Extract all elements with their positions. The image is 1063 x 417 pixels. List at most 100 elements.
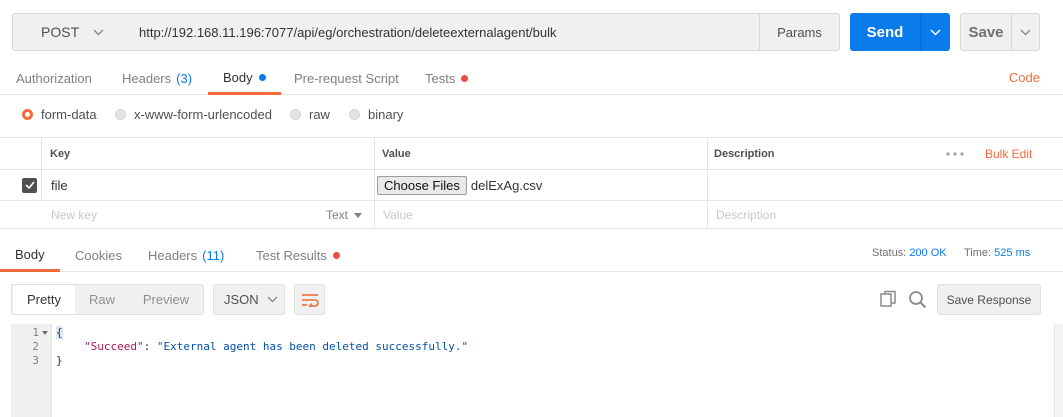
tab-headers-label: Headers	[122, 70, 172, 86]
url-input[interactable]: http://192.168.11.196:7077/api/eg/orches…	[127, 13, 760, 51]
pretty-button[interactable]: Pretty	[13, 285, 75, 314]
tab-body-label: Body	[223, 69, 253, 85]
code-line: {	[56, 326, 63, 340]
vertical-scrollbar[interactable]	[1054, 324, 1063, 417]
chevron-down-icon	[1020, 29, 1031, 35]
radio-binary-label: binary	[368, 106, 404, 122]
fold-caret-icon[interactable]	[42, 331, 48, 335]
radio-unselected-icon	[290, 108, 301, 120]
tab-tests[interactable]: Tests	[425, 62, 469, 94]
code-line: }	[56, 354, 63, 368]
table-row: file Choose Files delExAg.csv	[0, 170, 1063, 201]
preview-button[interactable]: Preview	[134, 285, 198, 314]
choose-files-button[interactable]: Choose Files	[377, 175, 467, 195]
response-tab-body[interactable]: Body	[0, 239, 60, 272]
method-label: POST	[41, 24, 80, 40]
save-response-button[interactable]: Save Response	[937, 284, 1041, 315]
column-header-description: Description	[714, 147, 775, 160]
body-indicator-dot	[258, 73, 266, 81]
radio-raw[interactable]: raw	[290, 100, 330, 128]
radio-form-data[interactable]: form-data	[22, 100, 97, 128]
key-type-select[interactable]: Text	[326, 201, 363, 229]
test-results-indicator-dot	[332, 251, 340, 259]
url-text: http://192.168.11.196:7077/api/eg/orches…	[139, 24, 557, 40]
radio-form-data-label: form-data	[41, 106, 97, 122]
request-tabs: Authorization Headers (3) Body Pre-reque…	[0, 62, 1063, 95]
close-brace: }	[56, 354, 63, 367]
view-mode-segmented: Pretty Raw Preview	[11, 284, 204, 315]
send-dropdown[interactable]	[920, 13, 950, 51]
line-number: 1	[32, 326, 39, 339]
format-select[interactable]: JSON	[213, 284, 285, 315]
response-tab-test-results-label: Test Results	[256, 247, 327, 263]
send-button[interactable]: Send	[850, 13, 950, 51]
response-tab-cookies[interactable]: Cookies	[75, 239, 122, 271]
tab-headers[interactable]: Headers (3)	[122, 62, 192, 94]
row-enabled-checkbox[interactable]	[22, 170, 37, 200]
response-tab-test-results[interactable]: Test Results	[256, 239, 340, 271]
wrap-lines-icon	[301, 293, 319, 307]
caret-down-icon	[354, 212, 363, 218]
response-status: Status: 200 OK	[872, 247, 947, 259]
radio-urlencoded-label: x-www-form-urlencoded	[134, 106, 272, 122]
chevron-down-icon	[267, 296, 278, 303]
tab-prerequest-script[interactable]: Pre-request Script	[294, 62, 399, 94]
body-type-selector: form-data x-www-form-urlencoded raw bina…	[0, 100, 1063, 128]
format-label: JSON	[224, 292, 259, 307]
params-button[interactable]: Params	[759, 13, 840, 51]
search-icon[interactable]	[908, 290, 927, 312]
headers-count-badge: (3)	[176, 70, 193, 86]
form-data-table: Key Value Description Bulk Edit file Cho…	[0, 137, 1063, 229]
line-number-gutter: 1 2 3	[11, 324, 52, 417]
response-tab-headers-label: Headers	[148, 247, 198, 263]
table-header-row: Key Value Description Bulk Edit	[0, 138, 1063, 170]
radio-selected-icon	[22, 108, 33, 120]
radio-binary[interactable]: binary	[349, 100, 403, 128]
time-value: 525 ms	[994, 247, 1031, 259]
bulk-edit-link[interactable]: Bulk Edit	[985, 138, 1032, 169]
save-button[interactable]: Save	[960, 13, 1040, 51]
method-select[interactable]: POST	[12, 13, 128, 51]
line-number: 2	[32, 340, 39, 353]
chevron-down-icon	[930, 28, 941, 36]
response-time: Time: 525 ms	[964, 247, 1030, 259]
tab-authorization[interactable]: Authorization	[16, 62, 92, 94]
new-description-input[interactable]: Description	[716, 201, 776, 229]
key-type-label: Text	[326, 208, 349, 222]
open-brace: {	[56, 326, 63, 339]
column-header-key: Key	[50, 147, 71, 160]
send-label: Send	[866, 23, 904, 41]
row-key[interactable]: file	[51, 170, 68, 200]
code-link[interactable]: Code	[1009, 70, 1040, 85]
tab-prerequest-label: Pre-request Script	[294, 70, 399, 86]
raw-button[interactable]: Raw	[82, 285, 122, 314]
wrap-lines-button[interactable]	[294, 284, 325, 315]
chevron-down-icon	[93, 29, 104, 35]
response-tab-headers[interactable]: Headers (11)	[148, 239, 224, 271]
response-body-editor[interactable]: 1 2 3 { "Succeed": "External agent has b…	[11, 324, 1041, 417]
tests-indicator-dot	[461, 74, 469, 82]
json-key: "Succeed"	[84, 340, 144, 353]
radio-urlencoded[interactable]: x-www-form-urlencoded	[115, 100, 272, 128]
code-line: "Succeed": "External agent has been dele…	[84, 340, 468, 354]
status-value: 200 OK	[909, 247, 947, 259]
new-key-input[interactable]: New key	[51, 201, 97, 229]
tab-authorization-label: Authorization	[16, 70, 92, 86]
save-label: Save	[968, 23, 1004, 41]
column-header-value: Value	[382, 147, 411, 160]
response-tab-cookies-label: Cookies	[75, 247, 122, 263]
selected-file-name: delExAg.csv	[470, 177, 543, 193]
save-dropdown[interactable]	[1011, 14, 1039, 50]
tab-tests-label: Tests	[425, 70, 456, 86]
time-label: Time:	[964, 247, 992, 259]
tab-body[interactable]: Body	[208, 62, 281, 95]
row-value: Choose Files delExAg.csv	[377, 170, 542, 200]
json-value: "External agent has been deleted success…	[156, 340, 469, 353]
radio-unselected-icon	[349, 108, 360, 120]
new-row: New key Text Value Description	[0, 201, 1063, 229]
more-options-icon[interactable]	[946, 138, 964, 169]
status-label: Status:	[872, 247, 907, 259]
copy-icon[interactable]	[879, 290, 897, 311]
new-value-input[interactable]: Value	[383, 201, 413, 229]
radio-unselected-icon	[115, 108, 126, 120]
